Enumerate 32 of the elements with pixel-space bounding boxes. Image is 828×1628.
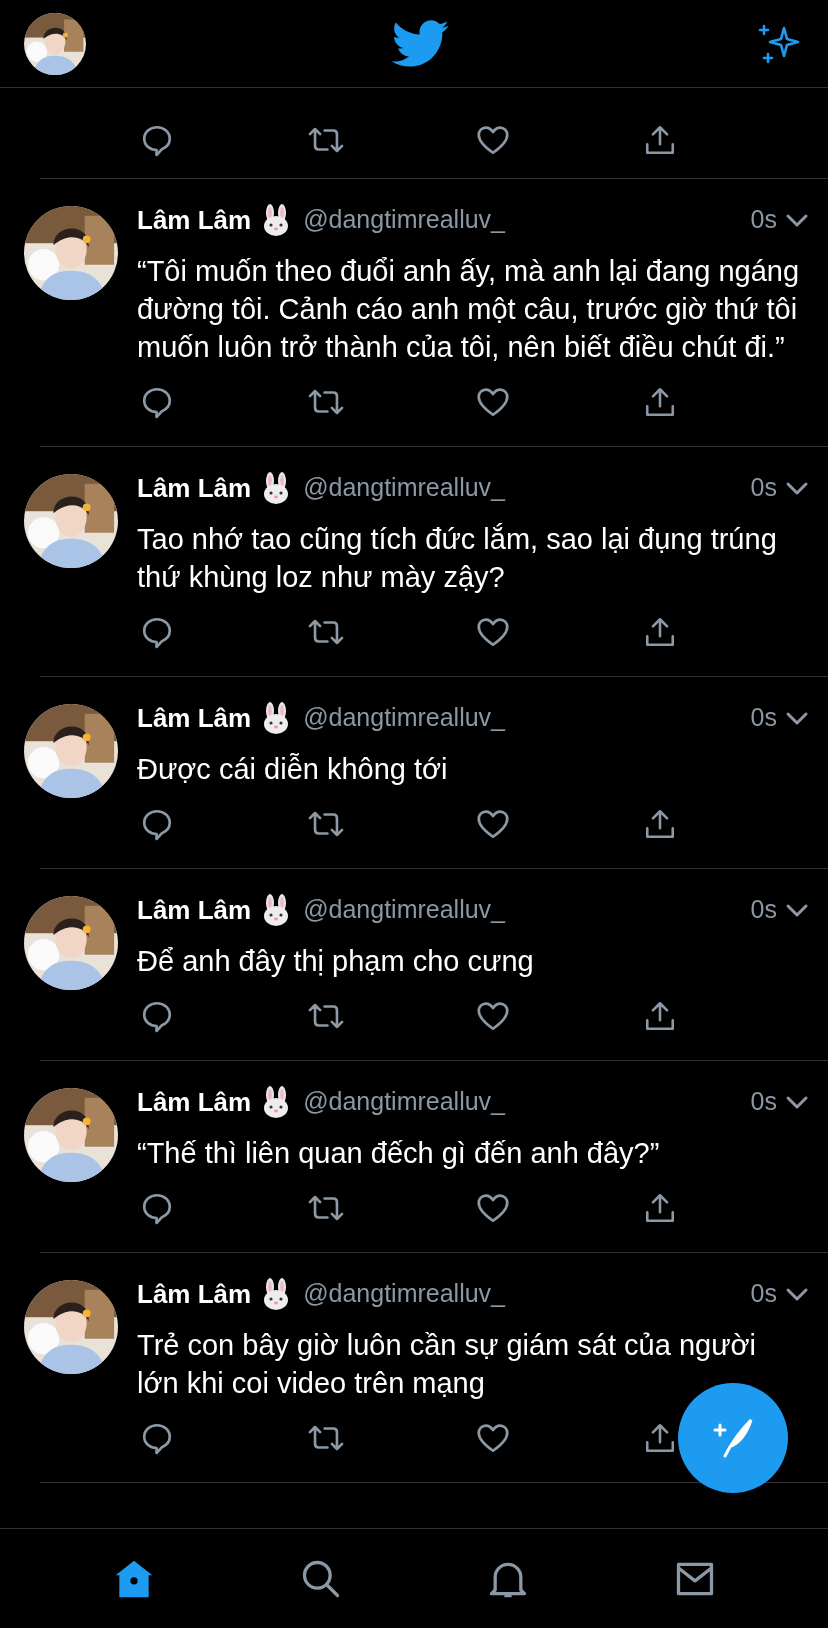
timestamp: 0s [750, 1278, 777, 1310]
display-name[interactable]: Lâm Lâm [137, 468, 252, 508]
timestamp: 0s [750, 894, 777, 926]
user-handle[interactable]: @dangtimrealluv_ [303, 699, 506, 737]
display-name[interactable]: Lâm Lâm [137, 200, 252, 240]
chevron-down-icon[interactable] [785, 902, 809, 918]
tweet-text: “Thế thì liên quan đếch gì đến anh đây?” [137, 1136, 661, 1171]
user-handle[interactable]: @dangtimrealluv_ [303, 1083, 506, 1121]
chevron-down-icon[interactable] [785, 710, 809, 726]
display-name[interactable]: Lâm Lâm [137, 1274, 252, 1314]
chevron-down-icon[interactable] [785, 212, 809, 228]
chevron-down-icon[interactable] [785, 1286, 809, 1302]
tweet-text: Để anh đây thị phạm cho cưng [137, 944, 535, 979]
timestamp: 0s [750, 702, 777, 734]
user-handle[interactable]: @dangtimrealluv_ [303, 469, 506, 507]
user-handle[interactable]: @dangtimrealluv_ [303, 1275, 506, 1313]
chevron-down-icon[interactable] [785, 480, 809, 496]
user-handle[interactable]: @dangtimrealluv_ [303, 201, 506, 239]
tweet-text: Tao nhớ tao cũng tích đức lắm, sao lại đụng trúng thứ khùng loz như mày zậy? [137, 522, 778, 595]
tweet-text: “Tôi muốn theo đuổi anh ấy, mà anh lại đang ngáng đường tôi. Cảnh cáo anh một câu, trước giờ thứ tôi muốn luôn trở thành của tôi, nên biết điều chút đi.” [137, 254, 801, 365]
display-name[interactable]: Lâm Lâm [137, 1082, 252, 1122]
display-name[interactable]: Lâm Lâm [137, 890, 252, 930]
display-name[interactable]: Lâm Lâm [137, 698, 252, 738]
chevron-down-icon[interactable] [785, 1094, 809, 1110]
tweet-text: Trẻ con bây giờ luôn cần sự giám sát của người lớn khi coi video trên mạng [137, 1328, 758, 1401]
tweet-text: Được cái diễn không tới [137, 752, 449, 787]
user-handle[interactable]: @dangtimrealluv_ [303, 891, 506, 929]
timestamp: 0s [750, 204, 777, 236]
timestamp: 0s [750, 472, 777, 504]
bird-logo-icon [392, 19, 450, 68]
timestamp: 0s [750, 1086, 777, 1118]
feather-plus-icon [711, 1416, 755, 1460]
